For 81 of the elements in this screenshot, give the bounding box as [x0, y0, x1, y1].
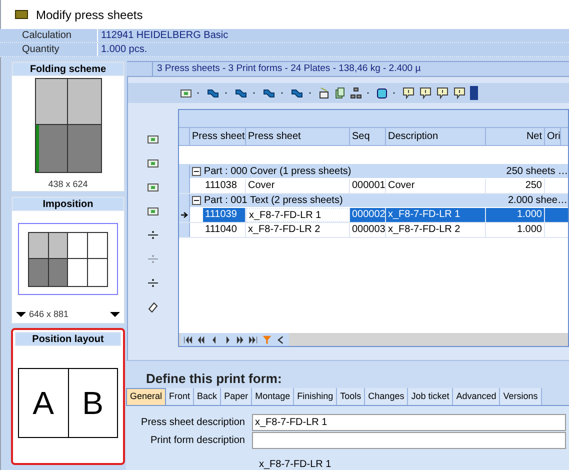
nav-arrow-icon[interactable]: [196, 334, 207, 344]
column-header[interactable]: Press sheet: [246, 128, 350, 145]
tab[interactable]: General: [126, 388, 166, 404]
speech-bubble-icon[interactable]: [453, 87, 466, 99]
column-header[interactable]: Description: [386, 128, 486, 145]
sheet-icon[interactable]: [147, 157, 159, 169]
info-label: Quantity: [0, 43, 98, 56]
dropdown-icon[interactable]: [110, 312, 120, 317]
table-cell: 250: [486, 179, 545, 193]
table-cell: x_F8-7-FD-LR 2: [386, 223, 486, 237]
table-cell: [545, 208, 568, 222]
nav-arrow-icon[interactable]: [183, 334, 194, 344]
table-cell: 111039: [203, 208, 246, 222]
field-label: Print form description: [150, 434, 246, 448]
panel-title: Imposition: [12, 197, 124, 211]
column-header[interactable]: Net: [486, 128, 545, 145]
tab[interactable]: Tools: [337, 388, 366, 404]
table-cell: 000002: [350, 208, 386, 222]
description-text: x_F8-7-FD-LR 1: [259, 458, 332, 470]
summary-text: 3 Press sheets - 3 Print forms - 24 Plates - 138,46 kg - 2.400 µ: [156, 62, 421, 76]
table-cell: Cover: [386, 179, 486, 193]
column-header[interactable]: Ori: [545, 128, 561, 145]
table-cell: 1.000: [486, 208, 545, 222]
collapse-icon[interactable]: [192, 167, 201, 176]
info-value: 1.000 pcs.: [100, 43, 148, 56]
sheet-icon[interactable]: [180, 87, 192, 99]
copy-icon[interactable]: [334, 87, 346, 99]
collapse-icon[interactable]: [192, 196, 201, 205]
tab[interactable]: Paper: [221, 388, 252, 404]
sheet-icon[interactable]: [147, 205, 159, 217]
sheet-icon[interactable]: [147, 133, 159, 145]
window-icon: [15, 10, 28, 19]
panel-title: Folding scheme: [12, 62, 124, 76]
form-title: Define this print form:: [145, 370, 283, 388]
table-cell: 1.000: [486, 223, 545, 237]
page-cell: A: [19, 369, 68, 437]
table-cell: 000003: [350, 223, 386, 237]
tab[interactable]: Front: [166, 388, 194, 404]
tab[interactable]: Changes: [365, 388, 408, 404]
group-total: 2.000 shee…: [507, 194, 568, 208]
speech-bubble-icon[interactable]: [419, 87, 432, 99]
text-field[interactable]: [252, 432, 566, 449]
divide-icon[interactable]: [147, 277, 159, 289]
group-label: Part : 001 Text (2 press sheets): [203, 194, 344, 208]
table-cell: 111038: [203, 179, 246, 193]
table-cell: x_F8-7-FD-LR 2: [246, 223, 350, 237]
window-title: Modify press sheets: [36, 6, 143, 24]
group-total: 250 sheets …: [505, 164, 568, 178]
info-value: 112941 HEIDELBERG Basic: [100, 29, 228, 42]
field-label: Press sheet description: [140, 416, 246, 430]
row-selector[interactable]: [179, 208, 190, 222]
tab[interactable]: Advanced: [453, 388, 500, 404]
table-cell: 111040: [203, 223, 246, 237]
eraser-icon[interactable]: [147, 301, 159, 313]
tab[interactable]: Back: [194, 388, 222, 404]
tab[interactable]: Finishing: [294, 388, 338, 404]
tab[interactable]: Montage: [252, 388, 294, 404]
tab[interactable]: Versions: [500, 388, 542, 404]
tab[interactable]: Job ticket: [408, 388, 454, 404]
info-label: Calculation: [0, 29, 98, 42]
sheet-size: 646 x 881: [29, 308, 69, 320]
text-field[interactable]: x_F8-7-FD-LR 1: [252, 414, 566, 431]
divide-icon[interactable]: [147, 229, 159, 241]
box-icon[interactable]: [318, 87, 330, 99]
column-header[interactable]: Press sheet: [190, 128, 246, 145]
panel-title: Position layout: [15, 332, 121, 346]
speech-bubble-icon[interactable]: [402, 87, 415, 99]
sheet-size: 438 x 624: [48, 178, 88, 190]
group-label: Part : 000 Cover (1 press sheets): [202, 164, 352, 178]
tree-icon[interactable]: [350, 87, 362, 99]
nav-arrow-icon[interactable]: [248, 334, 259, 344]
table-cell: Cover: [246, 179, 350, 193]
page-cell-text: B: [81, 384, 104, 423]
sheet-icon[interactable]: [147, 181, 159, 193]
table-cell: 000001: [350, 179, 386, 193]
speech-bubble-icon[interactable]: [436, 87, 449, 99]
table-cell: x_F8-7-FD-LR 1: [386, 208, 486, 222]
arrow-icon: [180, 211, 188, 219]
dropdown-icon[interactable]: [16, 312, 26, 317]
nav-arrow-icon[interactable]: [235, 334, 246, 344]
column-header[interactable]: Seq: [350, 128, 386, 145]
